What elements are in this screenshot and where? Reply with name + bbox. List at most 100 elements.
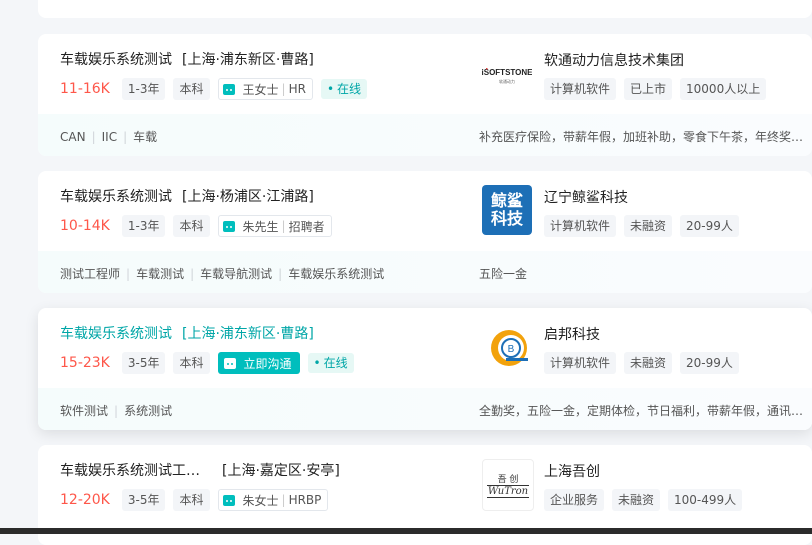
job-card[interactable]: 车载娱乐系统测试 [上海·杨浦区·江浦路] 10-14K 1-3年 本科 朱先生 |… (38, 171, 812, 293)
separator: | (126, 267, 131, 281)
job-location: [上海·嘉定区·安亭] (222, 463, 340, 479)
company-tags: 计算机软件 未融资 20-99人 (544, 352, 747, 374)
company-name[interactable]: 上海吾创 (544, 461, 600, 481)
recruiter-info[interactable]: 王女士 | HR (217, 78, 313, 100)
welfare-text: 全勤奖，五险一金，定期体检，节日福利，带薪年假，通讯… (479, 404, 804, 418)
company-name[interactable]: 软通动力信息技术集团 (544, 50, 684, 70)
salary: 12-20K (60, 492, 110, 508)
skill-tag: IIC (101, 130, 118, 144)
stage-tag: 未融资 (612, 489, 661, 511)
job-tags: 15-23K 3-5年 本科 立即沟通 在线 (60, 352, 354, 374)
company-logo[interactable]: iSOFTSTONE 软通动力 (482, 48, 532, 98)
salary: 15-23K (60, 355, 110, 371)
chat-now-label: 立即沟通 (243, 356, 292, 371)
skill-tag: 车载测试 (136, 267, 185, 281)
job-card[interactable]: 车载娱乐系统测试 [上海·浦东新区·曹路] 11-16K 1-3年 本科 王女士 |… (38, 34, 812, 156)
welfare-text: 五险一金 (479, 267, 528, 281)
salary: 11-16K (60, 81, 110, 97)
separator: | (278, 267, 283, 281)
job-tags: 12-20K 3-5年 本科 朱女士 | HRBP (60, 489, 336, 511)
experience-tag: 3-5年 (121, 352, 166, 374)
online-badge: 在线 (307, 353, 354, 373)
education-tag: 本科 (173, 489, 210, 511)
wutron-logo-icon: WuTron (486, 485, 530, 498)
industry-tag: 计算机软件 (544, 78, 617, 100)
chat-now-button[interactable]: 立即沟通 (217, 352, 300, 374)
isoftstone-logo-icon: iSOFTSTONE 软通动力 (482, 48, 532, 98)
chat-icon (222, 83, 235, 95)
stage-tag: 未融资 (624, 352, 673, 374)
card-footer: CAN | IIC | 车载 补充医疗保险，带薪年假，加班补助，零食下午茶，年终奖… (38, 114, 812, 156)
skill-tag: 系统测试 (124, 404, 173, 418)
company-logo[interactable]: B (482, 322, 532, 372)
separator: | (190, 267, 195, 281)
skill-tag: 车载导航测试 (200, 267, 273, 281)
size-tag: 20-99人 (680, 215, 739, 237)
qibang-logo-icon: B (482, 322, 532, 372)
job-location: [上海·杨浦区·江浦路] (182, 189, 314, 205)
recruiter-name: 朱先生 (242, 219, 279, 234)
online-badge: 在线 (320, 79, 368, 99)
job-tags: 11-16K 1-3年 本科 王女士|HR 在线 (60, 78, 368, 100)
company-tags: 计算机软件 已上市 10000人以上 (544, 78, 774, 100)
size-tag: 20-99人 (680, 352, 739, 374)
separator: | (114, 404, 119, 418)
welfare-text: 补充医疗保险，带薪年假，加班补助，零食下午茶，年终奖… (479, 130, 804, 144)
job-name[interactable]: 车载娱乐系统测试 (60, 326, 172, 342)
chat-icon (222, 494, 235, 506)
education-tag: 本科 (173, 215, 210, 237)
skill-tags: 测试工程师 | 车载测试 | 车载导航测试 | 车载娱乐系统测试 (60, 265, 384, 282)
logo-text: iSOFTSTONE (482, 68, 532, 77)
company-name[interactable]: 辽宁鲸鲨科技 (544, 187, 628, 207)
jingsha-logo-icon: 鲸鲨 科技 (491, 192, 523, 228)
job-title[interactable]: 车载娱乐系统测试工… [上海·嘉定区·安亭] (60, 460, 340, 480)
job-title[interactable]: 车载娱乐系统测试 [上海·浦东新区·曹路] (60, 323, 314, 343)
logo-text: 鲸鲨 (490, 191, 523, 210)
logo-text: 吾 创 (497, 475, 519, 485)
recruiter-title: HR (288, 82, 306, 96)
education-tag: 本科 (173, 352, 210, 374)
experience-tag: 1-3年 (121, 78, 166, 100)
job-title[interactable]: 车载娱乐系统测试 [上海·浦东新区·曹路] (60, 49, 314, 69)
company-logo[interactable]: 鲸鲨 科技 (482, 185, 532, 235)
industry-tag: 计算机软件 (544, 215, 617, 237)
chat-icon (223, 357, 236, 369)
job-card[interactable]: 车载娱乐系统测试 [上海·浦东新区·曹路] 15-23K 3-5年 本科 立即沟通… (38, 308, 812, 430)
company-tags: 计算机软件 未融资 20-99人 (544, 215, 747, 237)
skill-tag: 车载 (133, 130, 158, 144)
recruiter-name: 朱女士 (242, 493, 279, 508)
logo-text: 科技 (490, 209, 523, 228)
job-name[interactable]: 车载娱乐系统测试 (60, 52, 172, 68)
separator: | (123, 130, 128, 144)
job-name[interactable]: 车载娱乐系统测试工… (60, 463, 200, 479)
skill-tags: 软件测试 | 系统测试 (60, 402, 172, 419)
company-tags: 企业服务 未融资 100-499人 (544, 489, 750, 511)
card-footer: 软件测试 | 系统测试 全勤奖，五险一金，定期体检，节日福利，带薪年假，通讯… (38, 388, 812, 430)
size-tag: 10000人以上 (680, 78, 767, 100)
recruiter-title: 招聘者 (288, 219, 325, 234)
chat-icon (222, 220, 235, 232)
separator: | (91, 130, 96, 144)
industry-tag: 企业服务 (544, 489, 605, 511)
skill-tag: 软件测试 (60, 404, 109, 418)
stage-tag: 未融资 (624, 215, 673, 237)
recruiter-name: 王女士 (242, 82, 279, 97)
separator: | (281, 82, 286, 96)
logo-subtext: 软通动力 (499, 78, 515, 84)
job-location: [上海·浦东新区·曹路] (182, 326, 314, 342)
skill-tag: CAN (60, 130, 86, 144)
recruiter-info[interactable]: 朱女士 | HRBP (217, 489, 329, 511)
experience-tag: 3-5年 (121, 489, 166, 511)
stage-tag: 已上市 (624, 78, 673, 100)
experience-tag: 1-3年 (121, 215, 166, 237)
job-name[interactable]: 车载娱乐系统测试 (60, 189, 172, 205)
company-name[interactable]: 启邦科技 (544, 324, 600, 344)
recruiter-title: HRBP (288, 493, 322, 507)
job-title[interactable]: 车载娱乐系统测试 [上海·杨浦区·江浦路] (60, 186, 314, 206)
skill-tag: 车载娱乐系统测试 (288, 267, 385, 281)
recruiter-info[interactable]: 朱先生 | 招聘者 (217, 215, 332, 237)
card-footer: 测试工程师 | 车载测试 | 车载导航测试 | 车载娱乐系统测试 五险一金 (38, 251, 812, 293)
company-logo[interactable]: 吾 创 WuTron (482, 459, 534, 511)
job-tags: 10-14K 1-3年 本科 朱先生 | 招聘者 (60, 215, 340, 237)
industry-tag: 计算机软件 (544, 352, 617, 374)
